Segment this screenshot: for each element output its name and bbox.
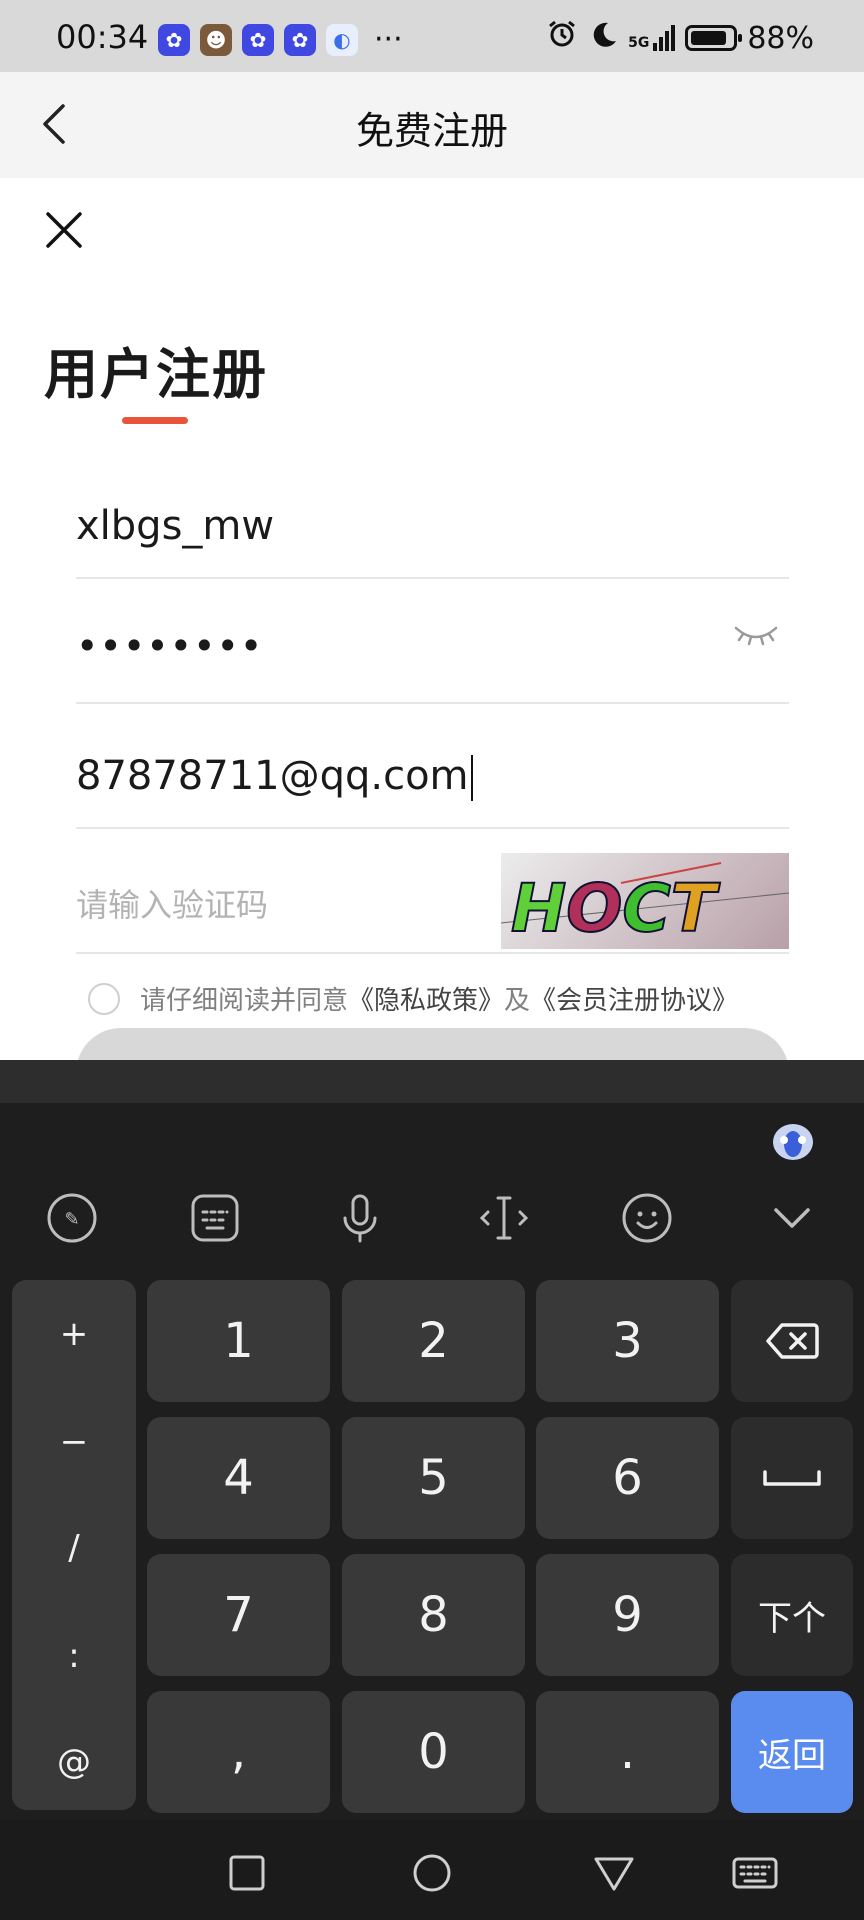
- email-value: 87878711@qq.com: [76, 753, 469, 799]
- battery-percent: 88%: [747, 20, 814, 56]
- app-notification-icon: ✿: [284, 24, 316, 56]
- password-value: ••••••••: [76, 624, 264, 668]
- next-key[interactable]: 下个: [731, 1554, 853, 1676]
- captcha-placeholder: 请输入验证码: [76, 886, 269, 924]
- app-notification-icon: ✿: [242, 24, 274, 56]
- keyboard-icon: [732, 1857, 778, 1889]
- key-5[interactable]: 5: [342, 1417, 525, 1539]
- backspace-icon: [766, 1323, 819, 1359]
- agree-checkbox[interactable]: [88, 982, 120, 1015]
- key-dot[interactable]: .: [536, 1691, 719, 1813]
- moon-icon: [588, 19, 618, 57]
- form-heading: 用户注册: [44, 343, 268, 406]
- game-notification-icon: ☻: [200, 24, 232, 56]
- circle-icon: [413, 1854, 451, 1892]
- more-notifications-icon: ···: [374, 22, 403, 57]
- app-notification-icon: ✿: [158, 24, 190, 56]
- agreement-row: 请仔细阅读并同意 《隐私政策》 及 《会员注册协议》: [88, 980, 738, 1017]
- key-0[interactable]: 0: [342, 1691, 525, 1813]
- captcha-field[interactable]: 请输入验证码: [76, 830, 496, 954]
- captcha-text: HOCT: [511, 870, 721, 947]
- key-6[interactable]: 6: [536, 1417, 719, 1539]
- heading-underline: [122, 417, 188, 424]
- text-cursor: [470, 755, 473, 801]
- key-colon[interactable]: :: [12, 1636, 136, 1676]
- browser-notification-icon: ◐: [326, 24, 358, 56]
- close-icon: [46, 212, 82, 248]
- space-key[interactable]: [731, 1417, 853, 1539]
- key-at[interactable]: @: [12, 1742, 136, 1782]
- assistant-icon[interactable]: [770, 1118, 816, 1164]
- key-1[interactable]: 1: [147, 1280, 330, 1402]
- home-button[interactable]: [407, 1848, 457, 1898]
- space-icon: [763, 1470, 821, 1486]
- captcha-graphic: HOCT: [501, 862, 789, 948]
- page-title: 免费注册: [355, 109, 508, 153]
- key-3[interactable]: 3: [536, 1280, 719, 1402]
- username-field[interactable]: xlbgs_mw: [76, 455, 789, 579]
- eye-closed-icon[interactable]: [733, 620, 779, 650]
- close-button[interactable]: [38, 204, 90, 256]
- hide-keyboard-icon[interactable]: [762, 1188, 822, 1248]
- key-comma[interactable]: ,: [147, 1691, 330, 1813]
- handwriting-icon[interactable]: ✎: [42, 1188, 102, 1248]
- keyboard-switch-button[interactable]: [730, 1848, 780, 1898]
- title-bar: 免费注册: [0, 72, 864, 178]
- alarm-icon: [546, 18, 578, 58]
- recent-apps-button[interactable]: [222, 1848, 272, 1898]
- notification-icons: ✿ ☻ ✿ ✿ ◐ ···: [158, 24, 403, 56]
- keyboard-layout-icon[interactable]: [185, 1188, 245, 1248]
- status-bar: 00:34 ✿ ☻ ✿ ✿ ◐ ··· 5G 88%: [0, 0, 864, 72]
- return-key[interactable]: 返回: [731, 1691, 853, 1813]
- key-plus[interactable]: +: [12, 1314, 136, 1354]
- signal-icon: 5G: [628, 25, 676, 51]
- key-9[interactable]: 9: [536, 1554, 719, 1676]
- privacy-policy-link[interactable]: 《隐私政策》: [348, 980, 504, 1017]
- key-7[interactable]: 7: [147, 1554, 330, 1676]
- key-slash[interactable]: /: [12, 1528, 136, 1568]
- backspace-key[interactable]: [731, 1280, 853, 1402]
- agree-join: 及: [504, 986, 531, 1016]
- key-8[interactable]: 8: [342, 1554, 525, 1676]
- battery-level: [691, 31, 727, 45]
- status-indicators: 5G 88%: [546, 18, 814, 58]
- cursor-move-icon[interactable]: [474, 1188, 534, 1248]
- status-time: 00:34: [56, 18, 149, 56]
- captcha-divider: [76, 952, 789, 954]
- square-icon: [229, 1855, 265, 1891]
- key-2[interactable]: 2: [342, 1280, 525, 1402]
- key-minus[interactable]: −: [12, 1422, 136, 1462]
- agree-prefix: 请仔细阅读并同意: [140, 986, 349, 1016]
- svg-text:✎: ✎: [64, 1209, 79, 1230]
- battery-icon: [685, 25, 743, 51]
- username-value: xlbgs_mw: [76, 503, 275, 549]
- emoji-icon[interactable]: [617, 1188, 677, 1248]
- member-agreement-link[interactable]: 《会员注册协议》: [530, 980, 738, 1017]
- password-field[interactable]: ••••••••: [76, 580, 789, 704]
- key-4[interactable]: 4: [147, 1417, 330, 1539]
- back-nav-button[interactable]: [589, 1848, 639, 1898]
- email-value-wrap: 87878711@qq.com: [76, 753, 473, 801]
- keyboard-top-strip: [0, 1060, 864, 1103]
- microphone-icon[interactable]: [330, 1188, 390, 1248]
- email-field[interactable]: 87878711@qq.com: [76, 705, 789, 829]
- triangle-icon: [594, 1857, 634, 1891]
- captcha-image[interactable]: HOCT: [501, 853, 789, 949]
